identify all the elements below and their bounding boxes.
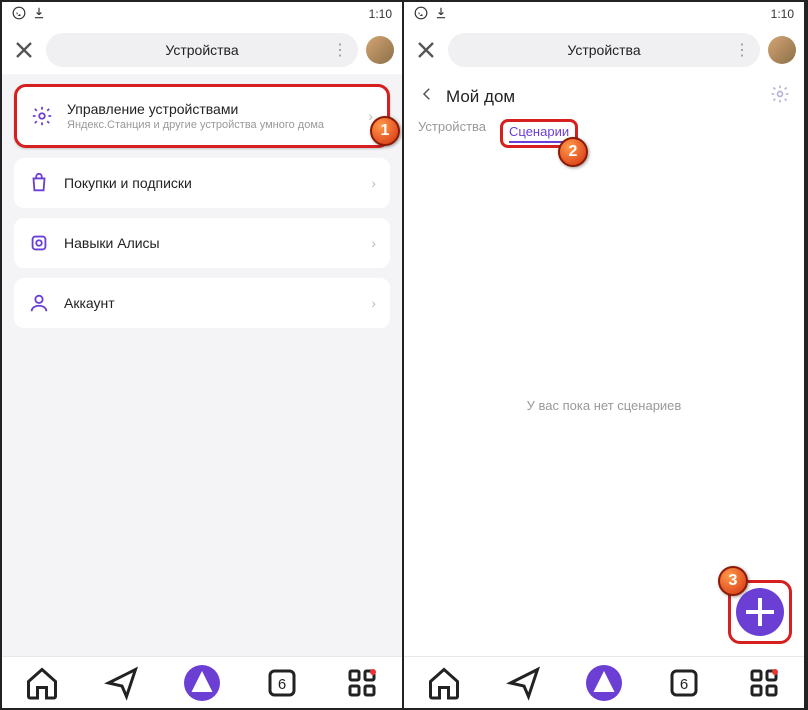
bottom-nav: 6 (2, 656, 402, 708)
notification-dot (772, 669, 778, 675)
more-icon[interactable]: ⋮ (734, 40, 750, 60)
nav-alice[interactable] (586, 665, 622, 701)
avatar[interactable] (768, 36, 796, 64)
bottom-nav: 6 (404, 656, 804, 708)
item-title: Управление устройствами (67, 101, 368, 117)
user-icon (28, 292, 50, 314)
gear-icon (31, 105, 53, 127)
nav-send[interactable] (104, 665, 140, 701)
header: Устройства ⋮ (2, 26, 402, 74)
list-item-alice-skills[interactable]: Навыки Алисы › (14, 218, 390, 268)
nav-tabs[interactable]: 6 (666, 665, 702, 701)
nav-tabs[interactable]: 6 (264, 665, 300, 701)
download-icon (32, 6, 46, 23)
add-fab[interactable] (736, 588, 784, 636)
skills-icon (28, 232, 50, 254)
status-time: 1:10 (771, 7, 794, 21)
header-title[interactable]: Устройства ⋮ (46, 33, 358, 67)
whatsapp-icon (12, 6, 26, 23)
status-bar: 1:10 (2, 2, 402, 26)
nav-home[interactable] (24, 665, 60, 701)
chevron-right-icon: › (371, 235, 376, 251)
chevron-right-icon: › (371, 295, 376, 311)
nav-apps[interactable] (344, 665, 380, 701)
download-icon (434, 6, 448, 23)
content: Управление устройствами Яндекс.Станция и… (2, 74, 402, 656)
subheader: Мой дом Устройства Сценарии 2 (404, 74, 804, 148)
marker-2: 2 (558, 137, 588, 167)
marker-1: 1 (370, 116, 400, 146)
chevron-right-icon: › (371, 175, 376, 191)
more-icon[interactable]: ⋮ (332, 40, 348, 60)
status-time: 1:10 (369, 7, 392, 21)
phone-right: 1:10 Устройства ⋮ Мой дом Устройства Сце… (404, 2, 806, 708)
header-title[interactable]: Устройства ⋮ (448, 33, 760, 67)
list-item-purchases[interactable]: Покупки и подписки › (14, 158, 390, 208)
whatsapp-icon (414, 6, 428, 23)
device-management-card: Управление устройствами Яндекс.Станция и… (14, 84, 390, 148)
nav-apps[interactable] (746, 665, 782, 701)
back-button[interactable] (418, 85, 436, 108)
settings-icon[interactable] (770, 84, 790, 109)
item-title: Аккаунт (64, 295, 371, 311)
home-title: Мой дом (446, 87, 760, 107)
svg-text:6: 6 (278, 676, 286, 693)
tab-devices[interactable]: Устройства (418, 119, 486, 148)
close-button[interactable] (10, 36, 38, 64)
item-title: Покупки и подписки (64, 175, 371, 191)
item-title: Навыки Алисы (64, 235, 371, 251)
header-title-text: Устройства (567, 42, 640, 58)
nav-send[interactable] (506, 665, 542, 701)
nav-home[interactable] (426, 665, 462, 701)
list-item-device-management[interactable]: Управление устройствами Яндекс.Станция и… (17, 87, 387, 145)
phone-left: 1:10 Устройства ⋮ Управление устройствам… (2, 2, 404, 708)
list-item-account[interactable]: Аккаунт › (14, 278, 390, 328)
item-subtitle: Яндекс.Станция и другие устройства умног… (67, 119, 368, 131)
header: Устройства ⋮ (404, 26, 804, 74)
status-bar: 1:10 (404, 2, 804, 26)
nav-alice[interactable] (184, 665, 220, 701)
card: Аккаунт › (14, 278, 390, 328)
bag-icon (28, 172, 50, 194)
notification-dot (370, 669, 376, 675)
empty-state-text: У вас пока нет сценариев (416, 398, 792, 413)
card: Навыки Алисы › (14, 218, 390, 268)
avatar[interactable] (366, 36, 394, 64)
svg-text:6: 6 (680, 676, 688, 693)
tabs: Устройства Сценарии 2 (418, 119, 790, 148)
header-title-text: Устройства (165, 42, 238, 58)
card: Покупки и подписки › (14, 158, 390, 208)
tab-scenarios[interactable]: Сценарии (509, 124, 569, 143)
marker-3: 3 (718, 566, 748, 596)
content: У вас пока нет сценариев 3 (404, 148, 804, 656)
close-button[interactable] (412, 36, 440, 64)
